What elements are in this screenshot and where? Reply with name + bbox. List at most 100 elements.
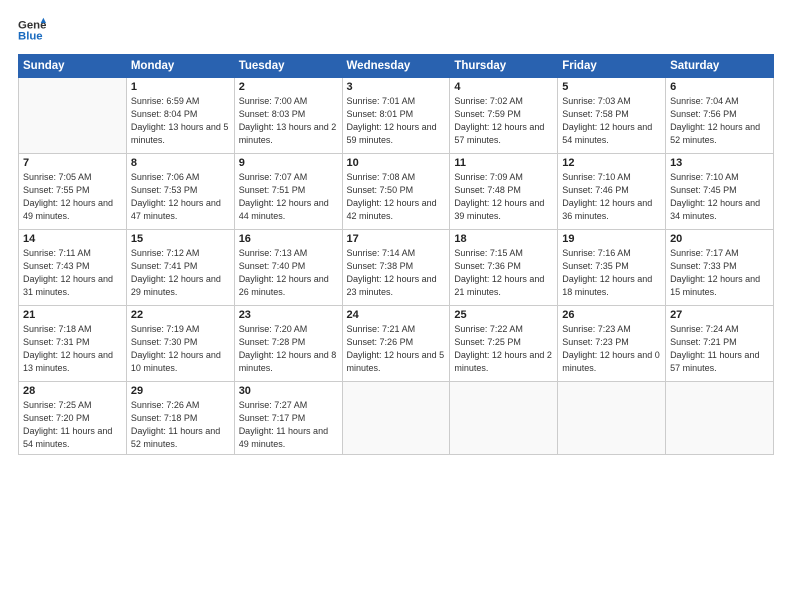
day-info: Sunrise: 7:10 AMSunset: 7:45 PMDaylight:… [670, 171, 769, 223]
day-info: Sunrise: 7:09 AMSunset: 7:48 PMDaylight:… [454, 171, 553, 223]
day-info: Sunrise: 7:19 AMSunset: 7:30 PMDaylight:… [131, 323, 230, 375]
calendar-cell [558, 382, 666, 455]
calendar-cell: 24 Sunrise: 7:21 AMSunset: 7:26 PMDayligh… [342, 306, 450, 382]
day-info: Sunrise: 7:14 AMSunset: 7:38 PMDaylight:… [347, 247, 446, 299]
calendar-cell: 21 Sunrise: 7:18 AMSunset: 7:31 PMDayligh… [19, 306, 127, 382]
calendar-cell: 19Sunrise: 7:16 AMSunset: 7:35 PMDayligh… [558, 230, 666, 306]
day-number: 16 [239, 233, 338, 245]
calendar-cell: 23 Sunrise: 7:20 AMSunset: 7:28 PMDayligh… [234, 306, 342, 382]
calendar-cell: 1 Sunrise: 6:59 AMSunset: 8:04 PMDaylight… [126, 78, 234, 154]
day-number: 27 [670, 309, 769, 321]
calendar-cell: 3Sunrise: 7:01 AMSunset: 8:01 PMDaylight… [342, 78, 450, 154]
day-number: 1 [131, 81, 230, 93]
day-number: 5 [562, 81, 661, 93]
day-number: 14 [23, 233, 122, 245]
day-info: Sunrise: 7:11 AMSunset: 7:43 PMDaylight:… [23, 247, 122, 299]
day-header: Thursday [450, 55, 558, 78]
calendar-cell: 8 Sunrise: 7:06 AMSunset: 7:53 PMDaylight… [126, 154, 234, 230]
day-info: Sunrise: 7:18 AMSunset: 7:31 PMDaylight:… [23, 323, 122, 375]
day-number: 12 [562, 157, 661, 169]
day-info: Sunrise: 7:05 AMSunset: 7:55 PMDaylight:… [23, 171, 122, 223]
calendar-cell: 7 Sunrise: 7:05 AMSunset: 7:55 PMDaylight… [19, 154, 127, 230]
day-info: Sunrise: 7:12 AMSunset: 7:41 PMDaylight:… [131, 247, 230, 299]
calendar-cell: 2 Sunrise: 7:00 AMSunset: 8:03 PMDaylight… [234, 78, 342, 154]
calendar-cell: 17 Sunrise: 7:14 AMSunset: 7:38 PMDayligh… [342, 230, 450, 306]
day-number: 30 [239, 385, 338, 397]
calendar-cell [19, 78, 127, 154]
page: General Blue SundayMondayTuesdayWednesda… [0, 0, 792, 612]
day-number: 10 [347, 157, 446, 169]
day-info: Sunrise: 7:23 AMSunset: 7:23 PMDaylight:… [562, 323, 661, 375]
day-number: 17 [347, 233, 446, 245]
calendar-cell: 10 Sunrise: 7:08 AMSunset: 7:50 PMDayligh… [342, 154, 450, 230]
day-info: Sunrise: 7:13 AMSunset: 7:40 PMDaylight:… [239, 247, 338, 299]
day-number: 23 [239, 309, 338, 321]
day-number: 24 [347, 309, 446, 321]
calendar-cell: 4 Sunrise: 7:02 AMSunset: 7:59 PMDaylight… [450, 78, 558, 154]
day-number: 29 [131, 385, 230, 397]
calendar-cell: 15 Sunrise: 7:12 AMSunset: 7:41 PMDayligh… [126, 230, 234, 306]
logo-icon: General Blue [18, 16, 46, 44]
day-number: 6 [670, 81, 769, 93]
day-header: Saturday [666, 55, 774, 78]
day-number: 20 [670, 233, 769, 245]
day-info: Sunrise: 7:22 AMSunset: 7:25 PMDaylight:… [454, 323, 553, 375]
calendar-cell: 9 Sunrise: 7:07 AMSunset: 7:51 PMDaylight… [234, 154, 342, 230]
day-info: Sunrise: 7:06 AMSunset: 7:53 PMDaylight:… [131, 171, 230, 223]
day-info: Sunrise: 7:24 AMSunset: 7:21 PMDaylight:… [670, 323, 769, 375]
day-info: Sunrise: 7:08 AMSunset: 7:50 PMDaylight:… [347, 171, 446, 223]
day-number: 25 [454, 309, 553, 321]
day-info: Sunrise: 7:07 AMSunset: 7:51 PMDaylight:… [239, 171, 338, 223]
svg-text:Blue: Blue [18, 31, 43, 43]
calendar-cell: 14 Sunrise: 7:11 AMSunset: 7:43 PMDayligh… [19, 230, 127, 306]
calendar-cell: 26 Sunrise: 7:23 AMSunset: 7:23 PMDayligh… [558, 306, 666, 382]
calendar-cell: 16 Sunrise: 7:13 AMSunset: 7:40 PMDayligh… [234, 230, 342, 306]
calendar-table: SundayMondayTuesdayWednesdayThursdayFrid… [18, 54, 774, 455]
day-info: Sunrise: 7:02 AMSunset: 7:59 PMDaylight:… [454, 95, 553, 147]
day-header: Monday [126, 55, 234, 78]
day-number: 4 [454, 81, 553, 93]
day-number: 22 [131, 309, 230, 321]
day-info: Sunrise: 7:20 AMSunset: 7:28 PMDaylight:… [239, 323, 338, 375]
day-info: Sunrise: 7:04 AMSunset: 7:56 PMDaylight:… [670, 95, 769, 147]
day-info: Sunrise: 7:21 AMSunset: 7:26 PMDaylight:… [347, 323, 446, 375]
day-number: 11 [454, 157, 553, 169]
day-header: Friday [558, 55, 666, 78]
header: General Blue [18, 16, 774, 44]
day-number: 18 [454, 233, 553, 245]
day-number: 9 [239, 157, 338, 169]
calendar-cell: 27 Sunrise: 7:24 AMSunset: 7:21 PMDayligh… [666, 306, 774, 382]
day-number: 26 [562, 309, 661, 321]
calendar-cell: 25 Sunrise: 7:22 AMSunset: 7:25 PMDayligh… [450, 306, 558, 382]
calendar-cell: 13 Sunrise: 7:10 AMSunset: 7:45 PMDayligh… [666, 154, 774, 230]
calendar-cell: 20Sunrise: 7:17 AMSunset: 7:33 PMDayligh… [666, 230, 774, 306]
calendar-cell [450, 382, 558, 455]
calendar-cell: 22 Sunrise: 7:19 AMSunset: 7:30 PMDayligh… [126, 306, 234, 382]
calendar-cell: 29 Sunrise: 7:26 AMSunset: 7:18 PMDayligh… [126, 382, 234, 455]
calendar-cell: 30Sunrise: 7:27 AMSunset: 7:17 PMDayligh… [234, 382, 342, 455]
calendar-cell [666, 382, 774, 455]
day-number: 2 [239, 81, 338, 93]
calendar-cell: 6 Sunrise: 7:04 AMSunset: 7:56 PMDaylight… [666, 78, 774, 154]
day-number: 7 [23, 157, 122, 169]
day-number: 8 [131, 157, 230, 169]
calendar-cell: 12Sunrise: 7:10 AMSunset: 7:46 PMDayligh… [558, 154, 666, 230]
day-number: 15 [131, 233, 230, 245]
day-info: Sunrise: 7:03 AMSunset: 7:58 PMDaylight:… [562, 95, 661, 147]
calendar-cell: 11 Sunrise: 7:09 AMSunset: 7:48 PMDayligh… [450, 154, 558, 230]
calendar-cell: 28 Sunrise: 7:25 AMSunset: 7:20 PMDayligh… [19, 382, 127, 455]
day-info: Sunrise: 7:01 AMSunset: 8:01 PMDaylight:… [347, 95, 446, 147]
day-info: Sunrise: 7:25 AMSunset: 7:20 PMDaylight:… [23, 399, 122, 451]
day-info: Sunrise: 7:16 AMSunset: 7:35 PMDaylight:… [562, 247, 661, 299]
day-header: Sunday [19, 55, 127, 78]
day-header: Tuesday [234, 55, 342, 78]
day-number: 21 [23, 309, 122, 321]
day-number: 13 [670, 157, 769, 169]
day-info: Sunrise: 6:59 AMSunset: 8:04 PMDaylight:… [131, 95, 230, 147]
calendar-cell: 5 Sunrise: 7:03 AMSunset: 7:58 PMDaylight… [558, 78, 666, 154]
calendar-cell [342, 382, 450, 455]
day-info: Sunrise: 7:00 AMSunset: 8:03 PMDaylight:… [239, 95, 338, 147]
logo: General Blue [18, 16, 46, 44]
day-info: Sunrise: 7:26 AMSunset: 7:18 PMDaylight:… [131, 399, 230, 451]
day-number: 28 [23, 385, 122, 397]
